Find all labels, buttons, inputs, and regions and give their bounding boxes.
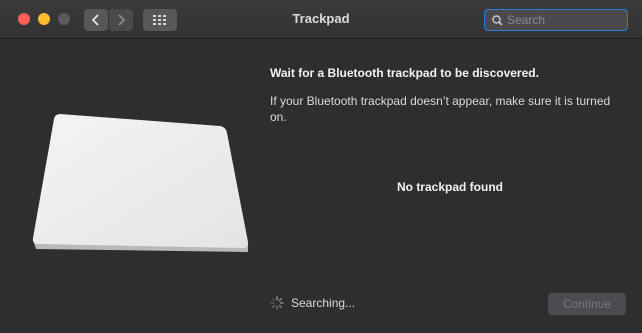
- forward-button[interactable]: [109, 9, 133, 31]
- window-titlebar: Trackpad: [0, 0, 642, 39]
- trackpad-illustration: [30, 112, 252, 262]
- close-window-button[interactable]: [18, 13, 30, 25]
- chevron-right-icon: [118, 14, 126, 26]
- search-icon: [492, 14, 503, 26]
- show-all-button[interactable]: [143, 9, 177, 31]
- chevron-left-icon: [91, 14, 99, 26]
- trackpad-setup-window: Trackpad Wait for a Bluetooth trackpa: [0, 0, 642, 333]
- continue-button[interactable]: Continue: [548, 293, 626, 315]
- search-field[interactable]: [484, 9, 628, 31]
- searching-label: Searching...: [291, 296, 356, 310]
- minimize-window-button[interactable]: [38, 13, 50, 25]
- discovery-status: No trackpad found: [396, 180, 503, 194]
- back-button[interactable]: [84, 9, 108, 31]
- grid-icon: [153, 15, 166, 25]
- spinner-icon: [270, 296, 284, 310]
- zoom-window-button[interactable]: [58, 13, 70, 25]
- search-input[interactable]: [503, 13, 617, 27]
- instruction-heading: Wait for a Bluetooth trackpad to be disc…: [270, 66, 539, 80]
- instruction-description: If your Bluetooth trackpad doesn’t appea…: [270, 94, 611, 124]
